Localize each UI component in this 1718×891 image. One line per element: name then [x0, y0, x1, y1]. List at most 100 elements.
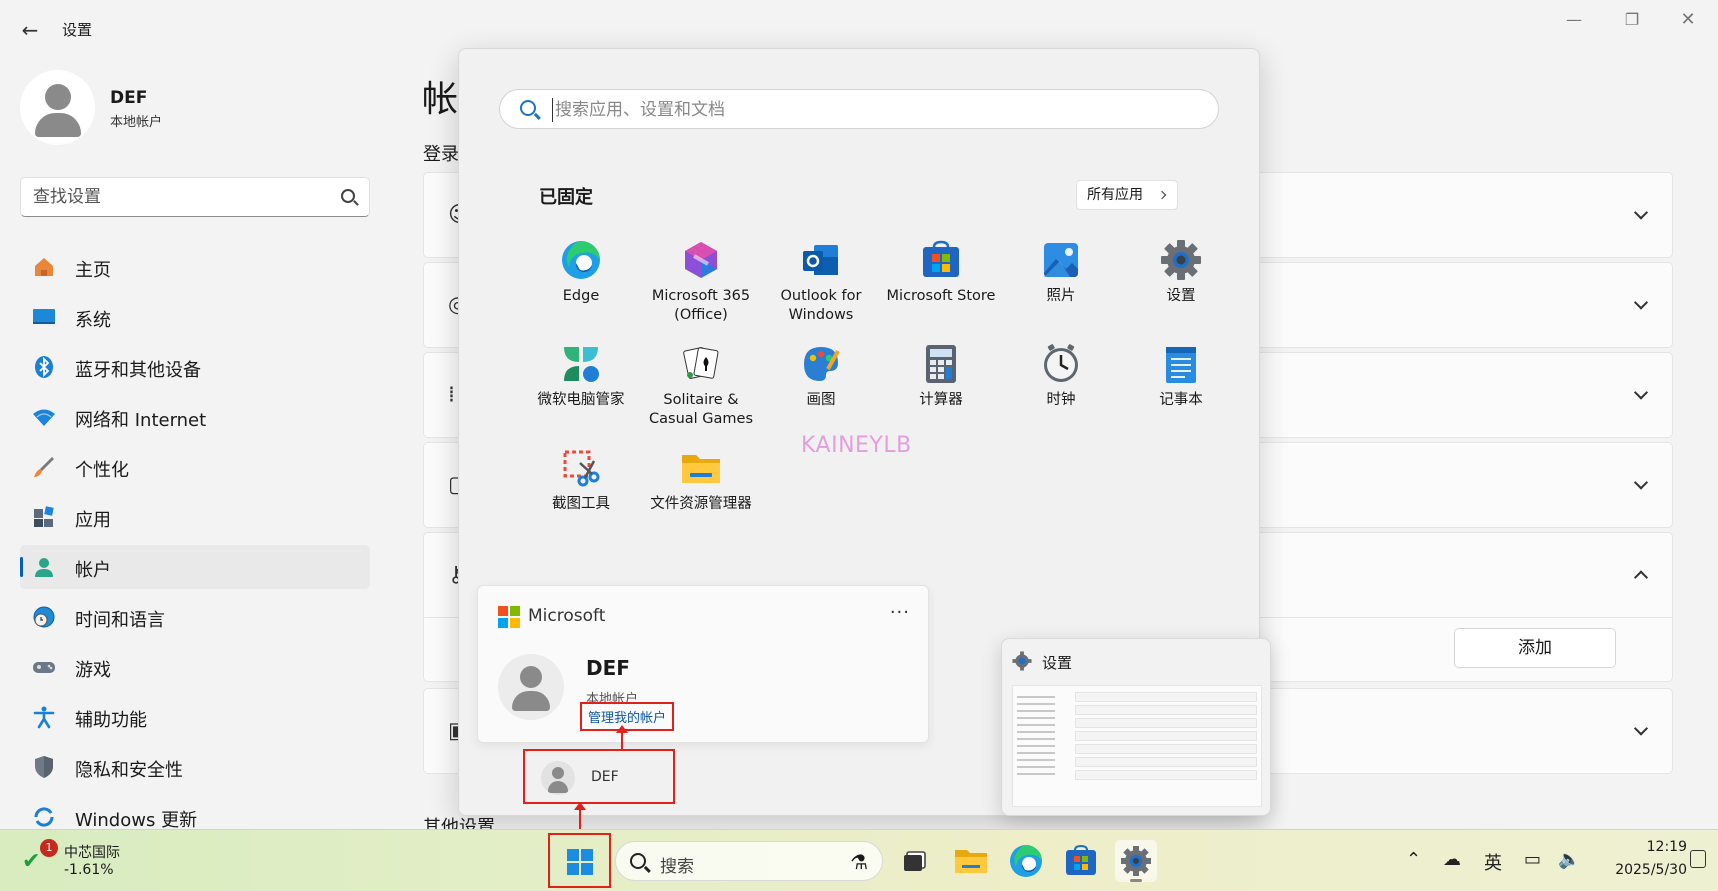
chevron-down-icon[interactable]: [1633, 205, 1649, 220]
app-tile-outlook[interactable]: Outlook for Windows: [761, 239, 881, 335]
chevron-up-icon[interactable]: [1633, 570, 1649, 585]
account-name: DEF: [586, 656, 630, 680]
sidebar-item-label: 主页: [75, 260, 111, 281]
onedrive-offline-icon[interactable]: ☁: [1443, 849, 1461, 870]
profile-name: DEF: [110, 88, 148, 108]
clock-icon: [1040, 343, 1082, 385]
user-account-button[interactable]: DEF: [523, 749, 675, 804]
app-tile-solitaire[interactable]: Solitaire & Casual Games: [641, 343, 761, 439]
photos-icon: [1040, 239, 1082, 281]
sidebar-item-personalization[interactable]: 个性化: [20, 445, 370, 489]
taskbar-search[interactable]: 搜索 ⚗: [615, 841, 883, 881]
app-tile-microsoft-365[interactable]: Microsoft 365 (Office): [641, 239, 761, 335]
sidebar-item-label: 游戏: [75, 660, 111, 681]
chevron-right-icon: [1157, 190, 1167, 200]
app-label: Solitaire & Casual Games: [649, 392, 753, 427]
edge-icon: [560, 239, 602, 281]
network-icon[interactable]: ▭: [1524, 849, 1541, 870]
clock-date[interactable]: 2025/5/30: [1590, 862, 1687, 878]
pin-icon: ⁞: [448, 382, 455, 408]
app-tile-microsoft-store[interactable]: Microsoft Store: [881, 239, 1001, 335]
add-button[interactable]: 添加: [1454, 628, 1616, 668]
microsoft-logo-icon: [498, 606, 520, 628]
app-tile-pc-manager[interactable]: 微软电脑管家: [521, 343, 641, 439]
notification-icon[interactable]: [1690, 850, 1706, 868]
sidebar-item-accounts[interactable]: 帐户: [20, 545, 370, 589]
sidebar-item-label: 帐户: [75, 560, 111, 581]
calculator-icon: [920, 343, 962, 385]
file-explorer-icon: [680, 447, 722, 489]
store-icon[interactable]: [1060, 840, 1102, 882]
sidebar-item-label: 时间和语言: [75, 610, 165, 631]
search-highlight-icon: ⚗: [850, 850, 868, 874]
globe-icon: [32, 605, 56, 629]
chevron-down-icon[interactable]: [1633, 385, 1649, 400]
solitaire-icon: [680, 343, 722, 385]
app-tile-edge[interactable]: Edge: [521, 239, 641, 335]
app-tile-calculator[interactable]: 计算器: [881, 343, 1001, 439]
bluetooth-icon: [32, 355, 56, 379]
app-label: 设置: [1166, 288, 1196, 304]
settings-taskbar-preview[interactable]: 设置: [1001, 638, 1271, 816]
sidebar-item-bluetooth[interactable]: 蓝牙和其他设备: [20, 345, 370, 389]
running-indicator: [1130, 879, 1142, 882]
app-label: 画图: [806, 392, 836, 408]
chevron-down-icon[interactable]: [1633, 295, 1649, 310]
close-button[interactable]: ✕: [1668, 8, 1708, 32]
edge-icon[interactable]: [1005, 840, 1047, 882]
start-search-input[interactable]: [552, 98, 1152, 122]
app-tile-snipping-tool[interactable]: 截图工具: [521, 447, 641, 543]
settings-search-box: [20, 177, 370, 217]
store-icon: [920, 239, 962, 281]
chevron-down-icon[interactable]: [1633, 721, 1649, 736]
sidebar-item-privacy[interactable]: 隐私和安全性: [20, 745, 370, 789]
page-title: 帐: [422, 79, 459, 120]
volume-icon[interactable]: 🔈: [1558, 849, 1580, 870]
app-tile-paint[interactable]: 画图: [761, 343, 881, 439]
sidebar-item-time-language[interactable]: 时间和语言: [20, 595, 370, 639]
start-search-box: [499, 89, 1219, 129]
all-apps-button[interactable]: 所有应用: [1076, 180, 1178, 210]
sidebar-item-apps[interactable]: 应用: [20, 495, 370, 539]
avatar: [541, 761, 575, 795]
windows-logo-icon: [567, 849, 593, 875]
app-label: Outlook for Windows: [780, 288, 862, 323]
update-icon: [32, 805, 56, 829]
stock-widget[interactable]: ✔ 1 中芯国际 -1.61%: [22, 839, 142, 883]
home-icon: [32, 255, 56, 279]
sidebar-item-gaming[interactable]: 游戏: [20, 645, 370, 689]
app-label: 截图工具: [552, 496, 610, 512]
clock-time[interactable]: 12:19: [1615, 839, 1687, 855]
watermark-text: KAINEYLB: [801, 433, 912, 458]
settings-gear-icon: [1160, 239, 1202, 281]
sidebar-item-label: 个性化: [75, 460, 129, 481]
sidebar-item-system[interactable]: 系统: [20, 295, 370, 339]
restore-button[interactable]: ❐: [1612, 8, 1652, 32]
back-button[interactable]: ←: [18, 18, 42, 42]
sidebar-item-network[interactable]: 网络和 Internet: [20, 395, 370, 439]
start-button[interactable]: [548, 833, 611, 888]
search-icon[interactable]: [341, 189, 355, 203]
sidebar-item-accessibility[interactable]: 辅助功能: [20, 695, 370, 739]
app-tile-clock[interactable]: 时钟: [1001, 343, 1121, 439]
app-tile-notepad[interactable]: 记事本: [1121, 343, 1241, 439]
app-title: 设置: [62, 21, 93, 39]
more-options-button[interactable]: ···: [890, 602, 910, 623]
chevron-up-icon[interactable]: ⌃: [1406, 849, 1421, 870]
account-card: Microsoft ··· DEF 本地帐户 管理我的帐户: [477, 585, 929, 743]
app-tile-file-explorer[interactable]: 文件资源管理器: [641, 447, 761, 543]
sidebar-item-label: 应用: [75, 510, 111, 531]
minimize-button[interactable]: —: [1554, 8, 1594, 32]
ime-indicator[interactable]: 英: [1484, 849, 1502, 875]
task-view-icon[interactable]: [895, 840, 937, 882]
avatar[interactable]: [20, 70, 95, 145]
app-tile-settings[interactable]: 设置: [1121, 239, 1241, 335]
chevron-down-icon[interactable]: [1633, 475, 1649, 490]
settings-gear-icon[interactable]: [1115, 840, 1157, 882]
app-tile-photos[interactable]: 照片: [1001, 239, 1121, 335]
sidebar-item-home[interactable]: 主页: [20, 245, 370, 289]
sidebar-nav: 主页 系统 蓝牙和其他设备 网络和 Internet 个性化 应用 帐户 时间和…: [20, 245, 370, 845]
file-explorer-icon[interactable]: [950, 840, 992, 882]
settings-search-input[interactable]: [33, 186, 333, 208]
profile-account-type: 本地帐户: [110, 115, 163, 130]
